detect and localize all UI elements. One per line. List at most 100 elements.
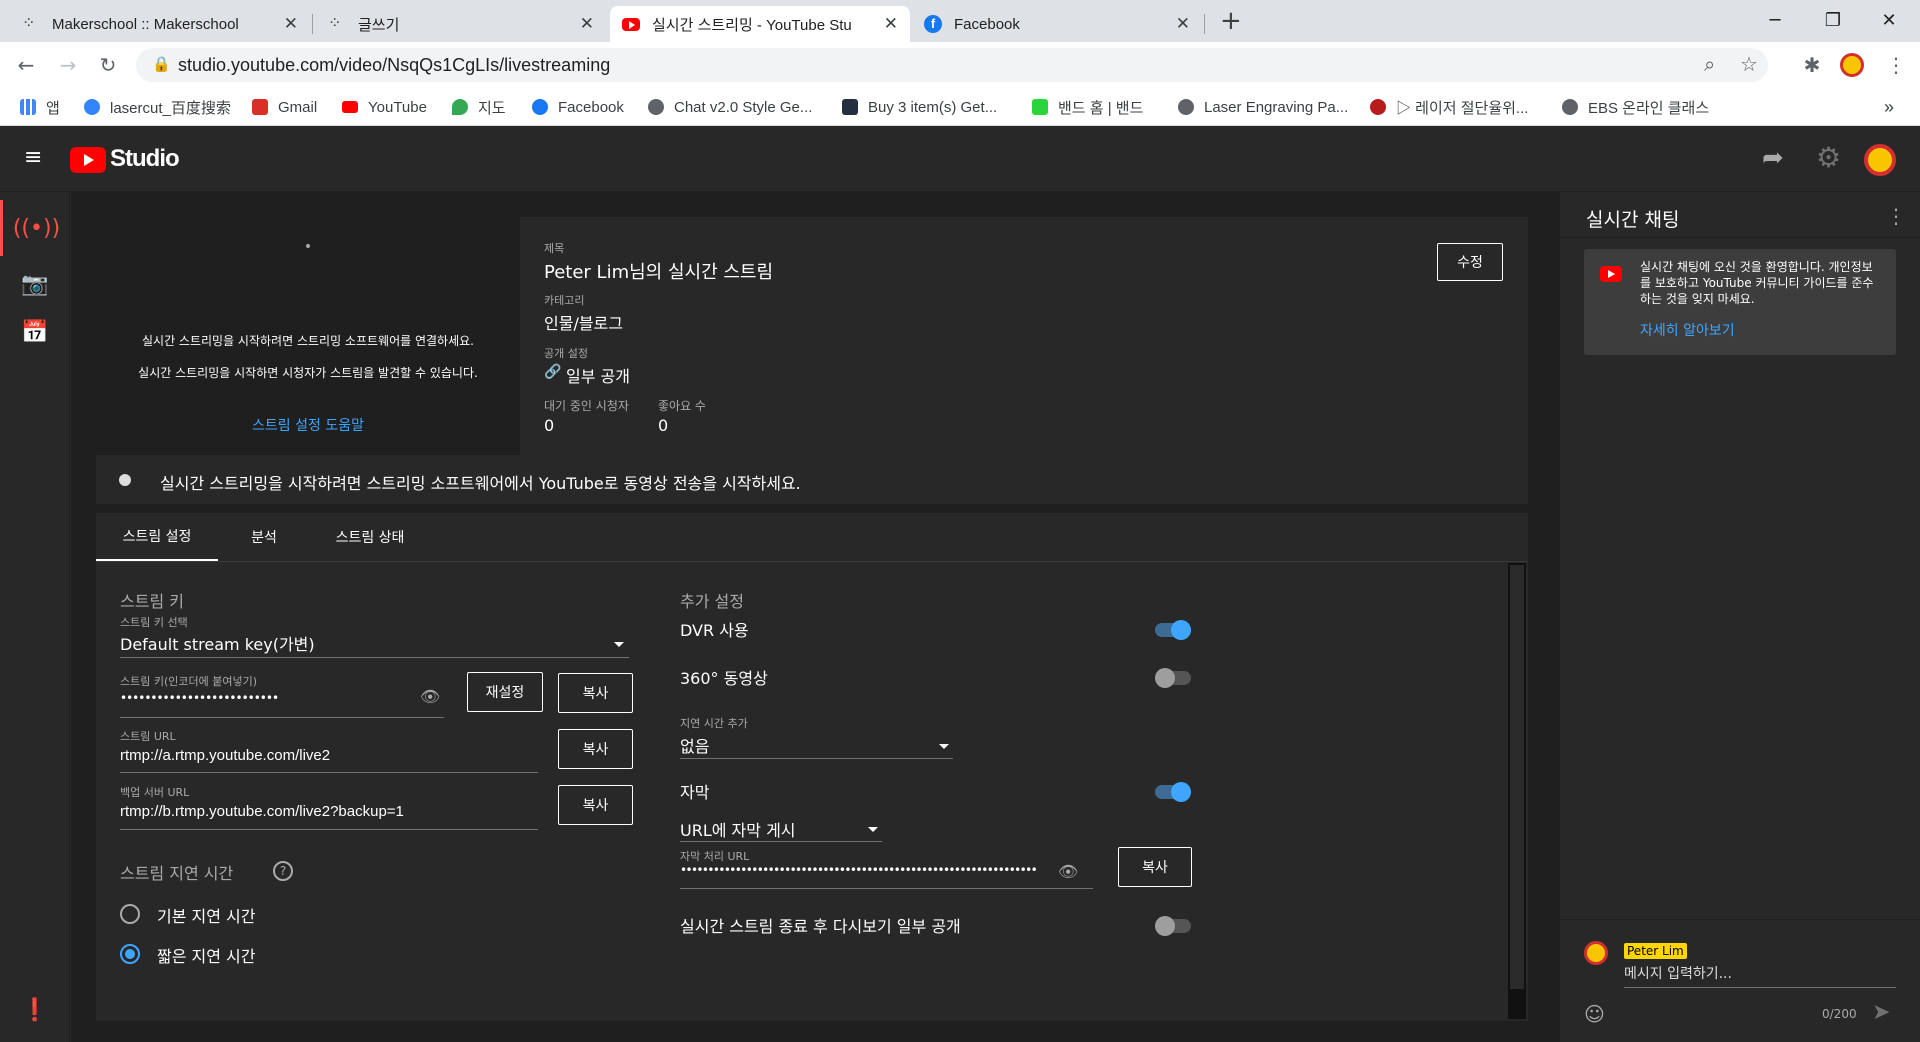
chevron-down-icon[interactable] — [939, 744, 949, 749]
share-icon[interactable]: ➦ — [1762, 143, 1784, 173]
stream-setup-help-link[interactable]: 스트림 설정 도움말 — [96, 415, 520, 435]
viewers-value: 0 — [544, 416, 555, 435]
tab-divider — [1204, 14, 1205, 34]
reload-icon[interactable]: ↻ — [94, 51, 122, 79]
tab-stream-settings[interactable]: 스트림 설정 — [96, 513, 218, 561]
send-icon[interactable]: ➤ — [1872, 1000, 1890, 1025]
browser-tab-facebook[interactable]: f Facebook ✕ — [912, 6, 1202, 42]
bookmark-band[interactable]: 밴드 홈 | 밴드 — [1032, 88, 1143, 126]
sidebar-item-manage[interactable]: 📅 — [0, 304, 70, 360]
caption-mode-value[interactable]: URL에 자막 게시 — [680, 817, 796, 841]
bookmark-laser-cut[interactable]: ▷ 레이저 절단율위... — [1370, 88, 1528, 126]
bookmark-facebook[interactable]: Facebook — [532, 88, 624, 126]
sidebar-item-feedback[interactable]: ❗ — [0, 982, 70, 1038]
chat-message-input[interactable]: 메시지 입력하기... — [1624, 963, 1732, 983]
bookmark-laser-engraving[interactable]: Laser Engraving Pa... — [1178, 88, 1348, 126]
backup-url-value[interactable]: rtmp://b.rtmp.youtube.com/live2?backup=1 — [120, 803, 404, 820]
profile-avatar[interactable] — [1840, 53, 1864, 77]
forward-icon[interactable]: → — [54, 51, 82, 79]
bookmarks-more-button[interactable]: » — [1884, 88, 1894, 126]
studio-header: ≡ Studio ➦ ⚙ — [0, 127, 1920, 192]
close-icon[interactable]: ✕ — [580, 14, 594, 34]
bookmark-maps[interactable]: 지도 — [452, 88, 506, 126]
youtube-logo-icon[interactable] — [70, 147, 106, 173]
back-icon[interactable]: ← — [12, 51, 40, 79]
scrollbar-thumb[interactable] — [1510, 565, 1524, 989]
tab-analytics[interactable]: 분석 — [218, 513, 310, 561]
replay-toggle[interactable] — [1155, 916, 1191, 936]
dvr-toggle[interactable] — [1155, 620, 1191, 640]
stream-key-value[interactable]: •••••••••••••••••••••••••• — [120, 691, 279, 705]
chat-char-counter: 0/200 — [1822, 1007, 1857, 1021]
zoom-icon[interactable]: ⌕ — [1704, 52, 1715, 76]
copy-key-button[interactable]: 복사 — [558, 673, 633, 713]
viewers-label: 대기 중인 시청자 — [544, 399, 629, 413]
bookmark-baidu[interactable]: lasercut_百度搜索 — [84, 88, 231, 126]
edit-button[interactable]: 수정 — [1437, 243, 1503, 281]
new-tab-button[interactable]: + — [1220, 6, 1242, 36]
vr360-toggle[interactable] — [1155, 668, 1191, 688]
eye-off-icon[interactable]: 👁 — [420, 687, 440, 706]
stream-key-select-value[interactable]: Default stream key(가변) — [120, 631, 315, 655]
stream-settings-panel: 스트림 설정 분석 스트림 상태 스트림 키 스트림 키 선택 Default … — [96, 513, 1528, 1021]
bookmark-amazon[interactable]: Buy 3 item(s) Get... — [842, 88, 997, 126]
latency-low-label[interactable]: 짧은 지연 시간 — [157, 943, 256, 967]
minimize-icon[interactable]: ─ — [1752, 4, 1798, 36]
reset-key-button[interactable]: 재설정 — [467, 672, 543, 712]
toggle-knob — [1155, 916, 1175, 936]
bookmark-ebs[interactable]: EBS 온라인 클래스 — [1562, 88, 1709, 126]
latency-normal-radio[interactable] — [120, 904, 140, 924]
stream-url-value[interactable]: rtmp://a.rtmp.youtube.com/live2 — [120, 747, 330, 764]
latency-heading: 스트림 지연 시간 — [120, 864, 234, 883]
captions-toggle[interactable] — [1155, 782, 1191, 802]
studio-logo-text[interactable]: Studio — [110, 145, 180, 173]
copy-url-button[interactable]: 복사 — [558, 729, 633, 769]
bookmark-apps[interactable]: 앱 — [20, 88, 60, 126]
chat-title: 실시간 채팅 — [1586, 209, 1680, 231]
tab-stream-health[interactable]: 스트림 상태 — [310, 513, 430, 561]
bookmark-label: Gmail — [278, 98, 318, 116]
scrollbar[interactable] — [1508, 563, 1526, 1019]
category-value: 인물/블로그 — [544, 314, 623, 333]
bookmark-label: ▷ 레이저 절단율위... — [1396, 99, 1529, 117]
youtube-icon — [342, 101, 358, 113]
caption-url-value[interactable]: ••••••••••••••••••••••••••••••••••••••••… — [680, 863, 1044, 877]
copy-caption-url-button[interactable]: 복사 — [1118, 847, 1192, 887]
chevron-down-icon[interactable] — [614, 642, 624, 647]
address-bar[interactable]: 🔒 studio.youtube.com/video/NsqQs1CgLIs/l… — [136, 48, 1768, 82]
bookmark-youtube[interactable]: YouTube — [342, 88, 427, 126]
sidebar-item-stream[interactable]: ((•)) — [0, 200, 70, 256]
window-close-icon[interactable]: ✕ — [1866, 4, 1912, 36]
stream-preview: • 실시간 스트리밍을 시작하려면 스트리밍 소프트웨어를 연결하세요. 실시간… — [96, 217, 520, 455]
close-icon[interactable]: ✕ — [884, 14, 898, 34]
browser-tab-makerschool[interactable]: ⁘ Makerschool :: Makerschool ✕ — [10, 6, 310, 42]
bookmark-label: Buy 3 item(s) Get... — [868, 98, 998, 116]
close-icon[interactable]: ✕ — [1176, 14, 1190, 34]
eye-off-icon[interactable]: 👁 — [1058, 862, 1078, 881]
captions-label: 자막 — [680, 783, 710, 802]
chrome-menu-icon[interactable]: ⋮ — [1882, 51, 1910, 79]
bookmark-gmail[interactable]: Gmail — [252, 88, 317, 126]
avatar[interactable] — [1864, 144, 1896, 176]
learn-more-link[interactable]: 자세히 알아보기 — [1640, 320, 1735, 340]
emoji-icon[interactable]: ☺ — [1584, 1002, 1605, 1026]
live-broadcast-icon: ((•)) — [12, 215, 61, 241]
restore-icon[interactable]: ❐ — [1810, 4, 1856, 36]
close-icon[interactable]: ✕ — [284, 14, 298, 34]
help-circle-icon[interactable]: ? — [273, 861, 293, 881]
gear-icon[interactable]: ⚙ — [1816, 141, 1841, 174]
bookmark-star-icon[interactable]: ☆ — [1740, 52, 1758, 76]
extensions-icon[interactable]: ✱ — [1798, 51, 1826, 79]
hamburger-menu-icon[interactable]: ≡ — [24, 147, 42, 169]
chevron-down-icon[interactable] — [868, 827, 878, 832]
copy-backup-url-button[interactable]: 복사 — [558, 785, 633, 825]
bookmark-chat-style[interactable]: Chat v2.0 Style Ge... — [648, 88, 812, 126]
field-underline — [120, 657, 629, 658]
delay-value[interactable]: 없음 — [680, 733, 709, 757]
latency-low-radio[interactable] — [120, 944, 140, 964]
browser-tab-youtube-studio[interactable]: 실시간 스트리밍 - YouTube Stu ✕ — [610, 6, 910, 42]
chat-menu-icon[interactable]: ⋮ — [1886, 204, 1906, 228]
latency-normal-label[interactable]: 기본 지연 시간 — [157, 903, 256, 927]
browser-tab-write[interactable]: ⁘ 글쓰기 ✕ — [316, 6, 606, 42]
stream-key-label: 스트림 키(인코더에 붙여넣기) — [120, 675, 258, 688]
